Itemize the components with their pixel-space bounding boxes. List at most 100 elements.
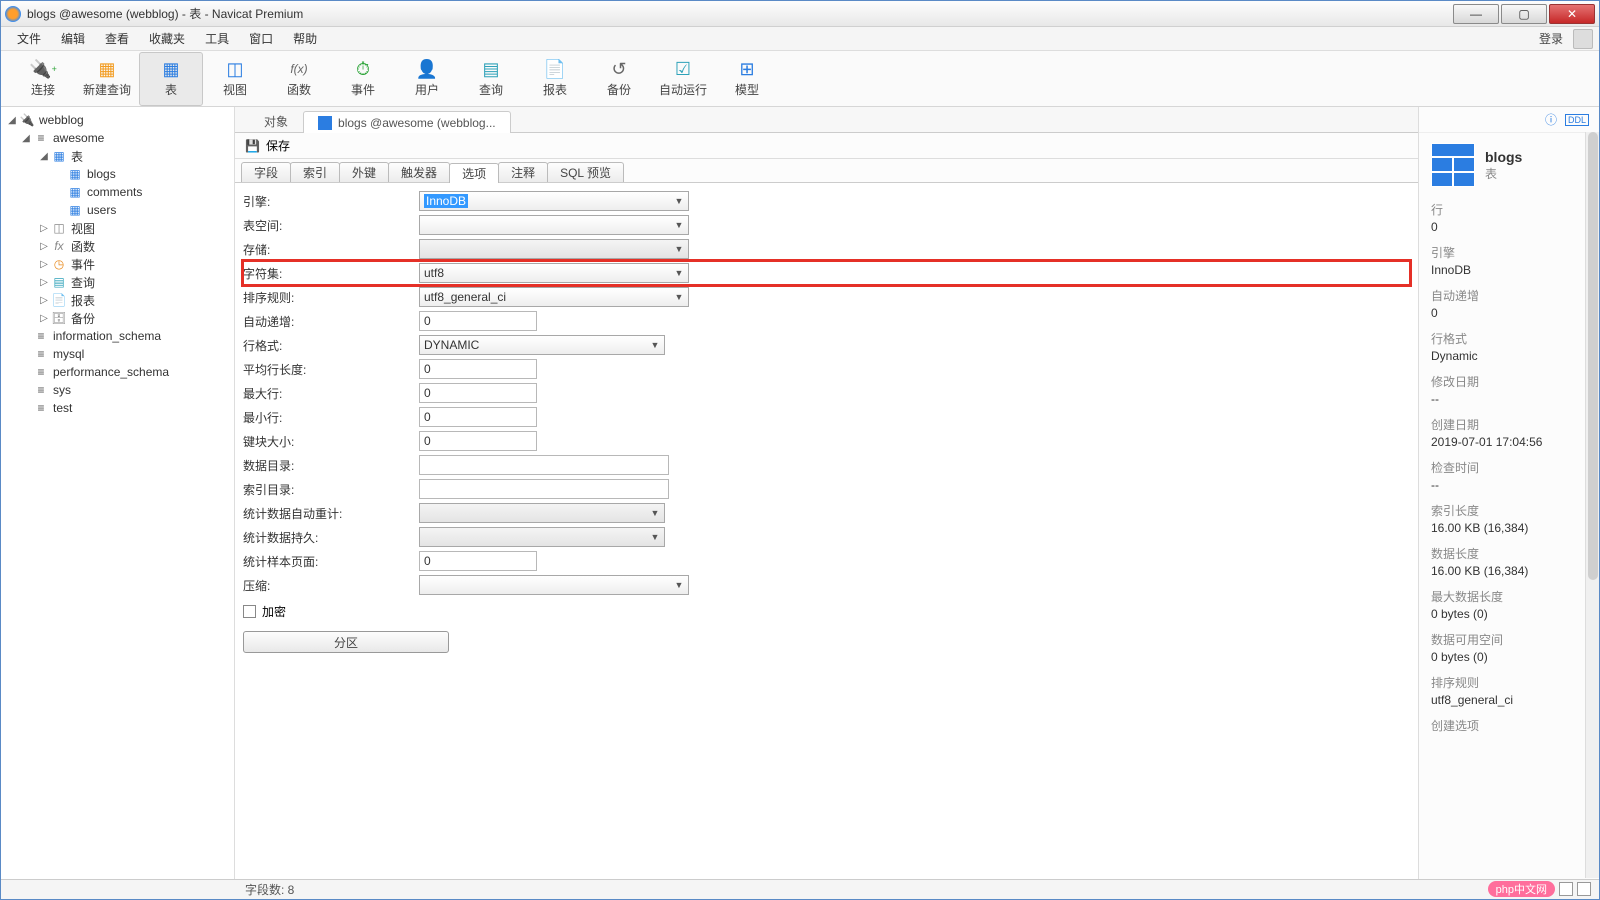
designer-tabs: 字段 索引 外键 触发器 选项 注释 SQL 预览 [235, 159, 1418, 183]
info-icon[interactable]: ⓘ [1545, 111, 1557, 128]
menu-help[interactable]: 帮助 [283, 28, 327, 49]
table-large-icon [1431, 143, 1475, 187]
input-minrows[interactable]: 0 [419, 407, 537, 427]
watermark-badge: php中文网 [1488, 881, 1555, 897]
info-item-label: 行 [1431, 201, 1587, 218]
tool-schedule[interactable]: ☑自动运行 [651, 52, 715, 106]
info-item: 自动递增0 [1431, 287, 1587, 320]
tree-reports[interactable]: ▷📄报表 [1, 291, 234, 309]
label-keyblock: 键块大小: [243, 433, 419, 450]
input-avgrow[interactable]: 0 [419, 359, 537, 379]
avatar-icon[interactable] [1573, 29, 1593, 49]
info-item-label: 数据可用空间 [1431, 631, 1587, 648]
tree-events[interactable]: ▷◷事件 [1, 255, 234, 273]
tool-table[interactable]: ▦表 [139, 52, 203, 106]
tree-sys-mysql[interactable]: ≡mysql [1, 345, 234, 363]
tree-backups[interactable]: ▷🗄备份 [1, 309, 234, 327]
info-item: 数据长度16.00 KB (16,384) [1431, 545, 1587, 578]
info-item-value: -- [1431, 392, 1587, 406]
combo-collation[interactable]: utf8_general_ci▼ [419, 287, 689, 307]
tool-backup[interactable]: ↺备份 [587, 52, 651, 106]
tab-objects[interactable]: 对象 [249, 110, 303, 132]
statusbar: 字段数: 8 php中文网 [1, 879, 1599, 899]
combo-statspersist[interactable]: ▼ [419, 527, 665, 547]
tree-sys-test[interactable]: ≡test [1, 399, 234, 417]
checkbox-encrypt[interactable] [243, 605, 256, 618]
tree-schema[interactable]: ◢≡awesome [1, 129, 234, 147]
tree-views[interactable]: ▷◫视图 [1, 219, 234, 237]
tree-queries[interactable]: ▷▤查询 [1, 273, 234, 291]
menu-fav[interactable]: 收藏夹 [139, 28, 195, 49]
input-keyblock[interactable]: 0 [419, 431, 537, 451]
menu-view[interactable]: 查看 [95, 28, 139, 49]
tree-tables-folder[interactable]: ◢▦表 [1, 147, 234, 165]
tool-function[interactable]: f(x)函数 [267, 52, 331, 106]
input-autoinc[interactable]: 0 [419, 311, 537, 331]
info-item-label: 检查时间 [1431, 459, 1587, 476]
tool-connect[interactable]: 🔌+连接 [11, 52, 75, 106]
chevron-down-icon: ▼ [672, 266, 686, 280]
window-title: blogs @awesome (webblog) - 表 - Navicat P… [27, 5, 1451, 22]
tool-event[interactable]: ⏱事件 [331, 52, 395, 106]
input-maxrows[interactable]: 0 [419, 383, 537, 403]
info-item-label: 自动递增 [1431, 287, 1587, 304]
input-datadir[interactable] [419, 455, 669, 475]
info-item-value: Dynamic [1431, 349, 1587, 363]
tree-table-blogs[interactable]: ▦blogs [1, 165, 234, 183]
subtab-fields[interactable]: 字段 [241, 162, 291, 182]
info-scrollbar[interactable] [1585, 132, 1599, 878]
titlebar: blogs @awesome (webblog) - 表 - Navicat P… [1, 1, 1599, 27]
combo-rowformat[interactable]: DYNAMIC▼ [419, 335, 665, 355]
input-indexdir[interactable] [419, 479, 669, 499]
tab-current-table[interactable]: blogs @awesome (webblog... [303, 111, 511, 133]
combo-charset[interactable]: utf8▼ [419, 263, 689, 283]
info-item: 数据可用空间0 bytes (0) [1431, 631, 1587, 664]
combo-tablespace[interactable]: ▼ [419, 215, 689, 235]
maximize-button[interactable]: ▢ [1501, 4, 1547, 24]
tree-sys-info[interactable]: ≡information_schema [1, 327, 234, 345]
tree-table-comments[interactable]: ▦comments [1, 183, 234, 201]
menu-tools[interactable]: 工具 [195, 28, 239, 49]
tool-query[interactable]: ▤查询 [459, 52, 523, 106]
menu-window[interactable]: 窗口 [239, 28, 283, 49]
tree-sys-perf[interactable]: ≡performance_schema [1, 363, 234, 381]
subtab-indexes[interactable]: 索引 [290, 162, 340, 182]
close-button[interactable]: ✕ [1549, 4, 1595, 24]
options-form: 引擎: InnoDB▼ 表空间: ▼ 存储: ▼ 字符集: utf8▼ 排序规则… [235, 183, 1418, 879]
chevron-down-icon: ▼ [648, 530, 662, 544]
combo-engine[interactable]: InnoDB▼ [419, 191, 689, 211]
save-button[interactable]: 保存 [266, 137, 290, 154]
partition-button[interactable]: 分区 [243, 631, 449, 653]
ddl-icon[interactable]: DDL [1565, 114, 1589, 126]
subtab-sqlpreview[interactable]: SQL 预览 [547, 162, 624, 182]
tool-view[interactable]: ◫视图 [203, 52, 267, 106]
tool-report[interactable]: 📄报表 [523, 52, 587, 106]
combo-storage[interactable]: ▼ [419, 239, 689, 259]
tool-user[interactable]: 👤用户 [395, 52, 459, 106]
tree-table-users[interactable]: ▦users [1, 201, 234, 219]
info-item-value: InnoDB [1431, 263, 1587, 277]
tree-connection[interactable]: ◢🔌webblog [1, 111, 234, 129]
login-link[interactable]: 登录 [1533, 28, 1569, 49]
tool-newquery[interactable]: ▦新建查询 [75, 52, 139, 106]
info-item: 行格式Dynamic [1431, 330, 1587, 363]
menu-file[interactable]: 文件 [7, 28, 51, 49]
info-item-value: 0 [1431, 220, 1587, 234]
combo-statsrecalc[interactable]: ▼ [419, 503, 665, 523]
label-compression: 压缩: [243, 577, 419, 594]
info-item-label: 创建选项 [1431, 717, 1587, 734]
minimize-button[interactable]: — [1453, 4, 1499, 24]
subtab-options[interactable]: 选项 [449, 163, 499, 183]
combo-compression[interactable]: ▼ [419, 575, 689, 595]
info-item-label: 修改日期 [1431, 373, 1587, 390]
input-statspages[interactable]: 0 [419, 551, 537, 571]
subtab-fk[interactable]: 外键 [339, 162, 389, 182]
label-collation: 排序规则: [243, 289, 419, 306]
tree-sys-sys[interactable]: ≡sys [1, 381, 234, 399]
menu-edit[interactable]: 编辑 [51, 28, 95, 49]
subtab-triggers[interactable]: 触发器 [388, 162, 450, 182]
subtab-comment[interactable]: 注释 [498, 162, 548, 182]
tree-functions[interactable]: ▷fx函数 [1, 237, 234, 255]
tool-model[interactable]: ⊞模型 [715, 52, 779, 106]
corner-icon [1559, 882, 1573, 896]
